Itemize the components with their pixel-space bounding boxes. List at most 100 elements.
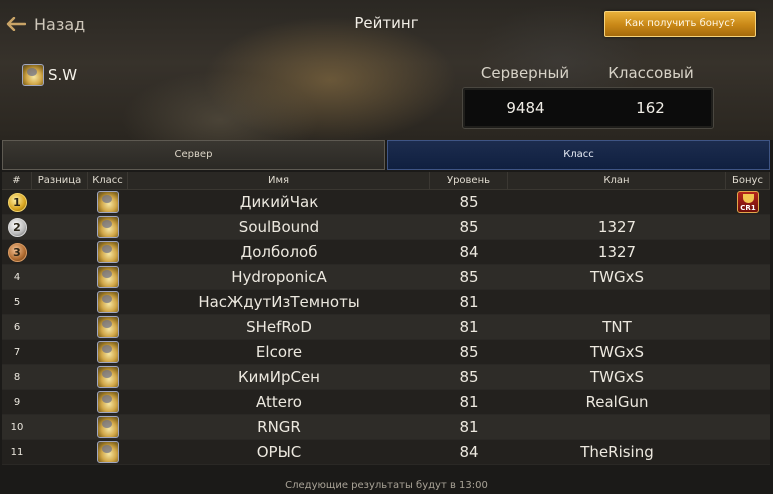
clan-cell: TWGxS: [589, 368, 645, 386]
score-labels: Серверный Классовый: [462, 64, 714, 82]
column-header-rank[interactable]: #: [2, 172, 32, 189]
tab-server[interactable]: Сервер: [2, 140, 385, 170]
column-header-clan[interactable]: Клан: [508, 172, 726, 189]
class-icon: [97, 341, 119, 363]
level-cell: 84: [459, 443, 479, 461]
bonus-cell: CR1: [726, 191, 770, 213]
rank-cell: 3: [2, 242, 32, 262]
clan-cell: TWGxS: [589, 268, 645, 286]
level-cell: 85: [459, 368, 479, 386]
column-header-class[interactable]: Класс: [88, 172, 128, 189]
column-header-bonus[interactable]: Бонус: [726, 172, 770, 189]
class-icon: [97, 441, 119, 463]
clan-cell: 1327: [597, 218, 637, 236]
server-rating-value: 9484: [506, 99, 545, 117]
clan-cell: TheRising: [580, 443, 654, 461]
column-header-name[interactable]: Имя: [128, 172, 430, 189]
class-icon: [97, 191, 119, 213]
class-icon: [97, 216, 119, 238]
rating-table: # Разница Класс Имя Уровень Клан Бонус 1…: [2, 172, 770, 465]
table-row[interactable]: 3 Долболоб 84 1327: [2, 240, 770, 265]
silver-medal-icon: 2: [7, 217, 27, 237]
rating-tabs: Сервер Класс: [2, 140, 770, 170]
class-icon: [97, 291, 119, 313]
class-cell: [88, 241, 128, 263]
table-row[interactable]: 1 ДикийЧак 85 CR1: [2, 190, 770, 215]
class-icon: [97, 316, 119, 338]
rank-cell: 7: [13, 346, 21, 358]
player-name-cell[interactable]: ДикийЧак: [128, 193, 430, 211]
class-cell: [88, 341, 128, 363]
player-name-cell[interactable]: SoulBound: [128, 218, 430, 236]
bronze-medal-icon: 3: [7, 242, 27, 262]
trophy-bonus-icon[interactable]: CR1: [737, 191, 759, 213]
class-cell: [88, 441, 128, 463]
level-cell: 85: [459, 343, 479, 361]
level-cell: 81: [459, 293, 479, 311]
table-header: # Разница Класс Имя Уровень Клан Бонус: [2, 172, 770, 190]
class-icon: [97, 241, 119, 263]
player-name-cell[interactable]: НасЖдутИзТемноты: [128, 293, 430, 311]
class-cell: [88, 291, 128, 313]
rank-cell: 9: [13, 396, 21, 408]
player-name-cell[interactable]: Elcore: [128, 343, 430, 361]
gold-medal-icon: 1: [7, 192, 27, 212]
level-cell: 81: [459, 318, 479, 336]
class-icon: [97, 416, 119, 438]
table-row[interactable]: 2 SoulBound 85 1327: [2, 215, 770, 240]
class-cell: [88, 391, 128, 413]
rank-cell: 8: [13, 371, 21, 383]
player-name-cell[interactable]: HydroponicA: [128, 268, 430, 286]
server-rating-label: Серверный: [480, 64, 570, 82]
rank-cell: 6: [13, 321, 21, 333]
column-header-diff[interactable]: Разница: [32, 172, 88, 189]
rank-cell: 4: [13, 271, 21, 283]
class-cell: [88, 416, 128, 438]
clan-cell: 1327: [597, 243, 637, 261]
score-box: 9484 162: [462, 87, 714, 129]
table-row[interactable]: 7 Elcore 85 TWGxS: [2, 340, 770, 365]
level-cell: 85: [459, 268, 479, 286]
class-cell: [88, 191, 128, 213]
table-row[interactable]: 11 ОРЫС 84 TheRising: [2, 440, 770, 465]
rank-cell: 2: [2, 217, 32, 237]
table-row[interactable]: 4 HydroponicA 85 TWGxS: [2, 265, 770, 290]
table-row[interactable]: 5 НасЖдутИзТемноты 81: [2, 290, 770, 315]
table-row[interactable]: 8 КимИрСен 85 TWGxS: [2, 365, 770, 390]
class-icon: [22, 64, 44, 86]
player-name-cell[interactable]: Attero: [128, 393, 430, 411]
player-name-cell[interactable]: SHefRoD: [128, 318, 430, 336]
level-cell: 81: [459, 393, 479, 411]
table-row[interactable]: 6 SHefRoD 81 TNT: [2, 315, 770, 340]
rank-cell: 11: [10, 446, 24, 458]
player-name-cell[interactable]: ОРЫС: [128, 443, 430, 461]
trophy-icon: [743, 194, 754, 203]
rank-cell: 10: [10, 421, 24, 433]
table-row[interactable]: 9 Attero 81 RealGun: [2, 390, 770, 415]
player-name-cell[interactable]: RNGR: [128, 418, 430, 436]
class-cell: [88, 316, 128, 338]
class-rating-value: 162: [636, 99, 665, 117]
bonus-label: CR1: [740, 204, 756, 212]
next-results-note: Следующие результаты будут в 13:00: [285, 480, 488, 491]
how-to-get-bonus-button[interactable]: Как получить бонус?: [604, 11, 756, 37]
tab-class[interactable]: Класс: [387, 140, 770, 170]
class-cell: [88, 216, 128, 238]
class-icon: [97, 266, 119, 288]
clan-cell: TWGxS: [589, 343, 645, 361]
column-header-level[interactable]: Уровень: [430, 172, 508, 189]
rank-cell: 1: [2, 192, 32, 212]
clan-cell: TNT: [602, 318, 632, 336]
class-cell: [88, 266, 128, 288]
class-cell: [88, 366, 128, 388]
player-name-cell[interactable]: КимИрСен: [128, 368, 430, 386]
class-rating-label: Классовый: [608, 64, 694, 82]
top-bar: Назад Рейтинг Как получить бонус?: [0, 0, 773, 48]
player-name-cell[interactable]: Долболоб: [128, 243, 430, 261]
rank-cell: 5: [13, 296, 21, 308]
level-cell: 85: [459, 218, 479, 236]
table-row[interactable]: 10 RNGR 81: [2, 415, 770, 440]
class-icon: [97, 366, 119, 388]
class-icon: [97, 391, 119, 413]
player-info: S.W: [22, 64, 77, 86]
